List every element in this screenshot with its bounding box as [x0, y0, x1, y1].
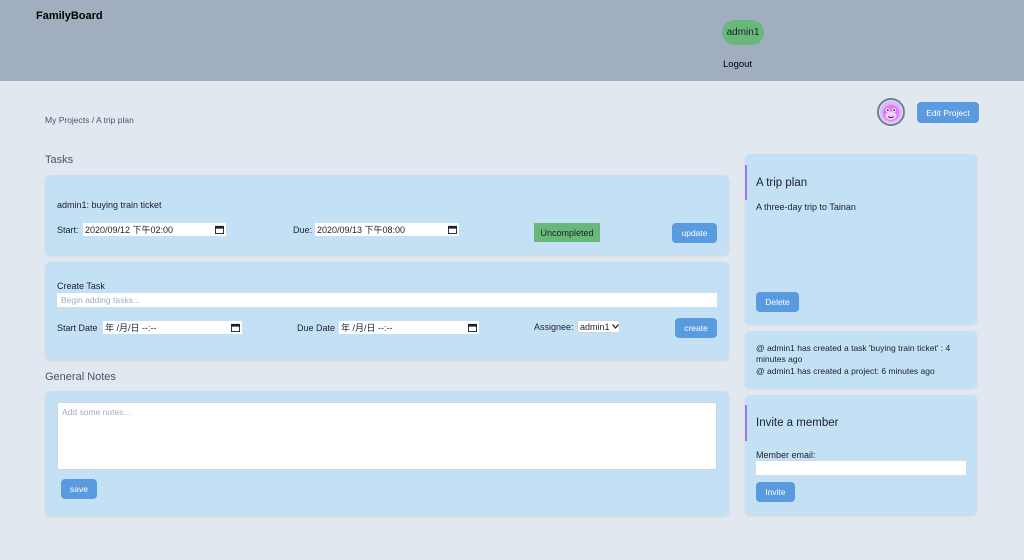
logout-link[interactable]: Logout: [723, 59, 752, 70]
task-card: [45, 175, 729, 255]
create-task-title: Create Task: [57, 281, 105, 291]
project-title: A trip plan: [745, 165, 807, 200]
member-email-input[interactable]: [756, 461, 966, 475]
task-due-datetime-input[interactable]: 2020/09/13 下午08:00: [315, 223, 459, 236]
activity-item: @ admin1 has created a project: 6 minute…: [756, 366, 935, 376]
assignee-value: admin1: [580, 321, 610, 332]
breadcrumb[interactable]: My Projects / A trip plan: [45, 115, 134, 125]
calendar-icon[interactable]: [231, 323, 240, 332]
calendar-icon[interactable]: [215, 225, 224, 234]
brand-logo[interactable]: FamilyBoard: [36, 10, 103, 22]
calendar-icon[interactable]: [448, 225, 457, 234]
start-date-value: 年 /月/日 --:--: [105, 323, 157, 333]
start-date-label: Start Date: [57, 323, 98, 333]
edit-project-button[interactable]: Edit Project: [917, 102, 979, 123]
create-task-button[interactable]: create: [675, 318, 717, 338]
task-status-badge[interactable]: Uncompleted: [534, 223, 600, 242]
activity-item: @ admin1 has created a task 'buying trai…: [756, 343, 951, 364]
project-description: A three-day trip to Tainan: [756, 202, 856, 212]
monkey-avatar-icon[interactable]: [877, 98, 905, 126]
task-due-label: Due:: [293, 225, 313, 235]
user-menu-button[interactable]: admin1: [722, 20, 764, 45]
assignee-label: Assignee:: [534, 322, 574, 332]
task-due-value: 2020/09/13 下午08:00: [317, 225, 406, 235]
task-title: admin1: buying train ticket: [57, 200, 162, 210]
tasks-heading: Tasks: [45, 154, 74, 166]
save-notes-button[interactable]: save: [61, 479, 97, 499]
notes-textarea[interactable]: Add some notes...: [57, 402, 717, 470]
task-start-label: Start:: [57, 225, 79, 235]
chevron-down-icon: [611, 324, 619, 329]
invite-title: Invite a member: [745, 405, 838, 441]
task-start-datetime-input[interactable]: 2020/09/12 下午02:00: [83, 223, 226, 236]
due-date-value: 年 /月/日 --:--: [341, 323, 393, 333]
calendar-icon[interactable]: [468, 323, 477, 332]
create-task-card: [45, 262, 729, 360]
new-task-input[interactable]: Begin adding tasks...: [57, 293, 717, 307]
avatar-face: [879, 100, 903, 124]
top-navbar: FamilyBoard admin1 Logout: [0, 0, 1024, 81]
task-start-value: 2020/09/12 下午02:00: [85, 225, 174, 235]
member-email-label: Member email:: [756, 450, 816, 460]
general-notes-heading: General Notes: [45, 371, 116, 383]
delete-project-button[interactable]: Delete: [756, 292, 799, 312]
invite-button[interactable]: Invite: [756, 482, 795, 502]
update-task-button[interactable]: update: [672, 223, 717, 243]
due-date-label: Due Date: [297, 323, 336, 333]
start-date-input[interactable]: 年 /月/日 --:--: [103, 321, 242, 334]
due-date-input[interactable]: 年 /月/日 --:--: [339, 321, 479, 334]
assignee-select[interactable]: admin1: [577, 320, 620, 333]
